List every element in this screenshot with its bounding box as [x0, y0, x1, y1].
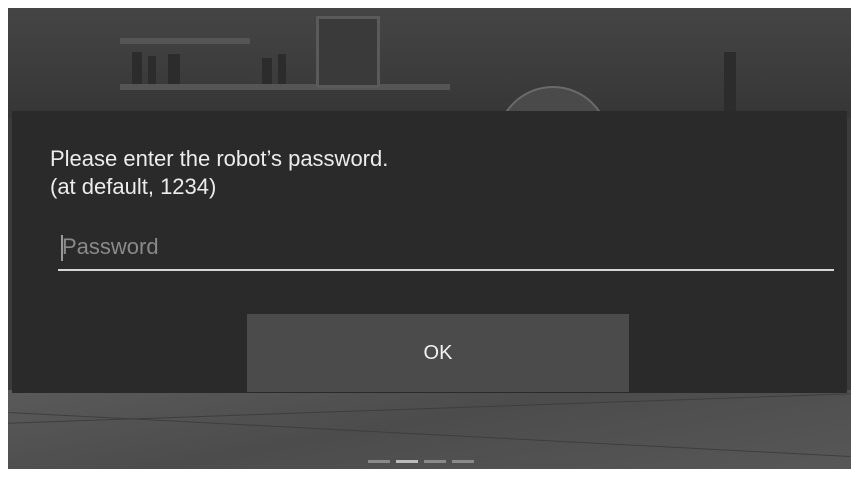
- floor-board-line: [8, 411, 851, 458]
- background-book: [148, 56, 156, 84]
- text-caret: [61, 235, 63, 261]
- dialog-message: Please enter the robot’s password. (at d…: [50, 145, 388, 201]
- password-dialog: Please enter the robot’s password. (at d…: [12, 111, 847, 393]
- background-shelf: [120, 84, 450, 90]
- background-book: [132, 52, 142, 84]
- screen: Please enter the robot’s password. (at d…: [8, 8, 851, 469]
- page-indicator-dot: [424, 460, 446, 463]
- background-floor: [8, 390, 851, 469]
- background-picture-frame: [316, 16, 380, 88]
- password-input[interactable]: [58, 225, 834, 271]
- page-indicator: [368, 460, 474, 463]
- dialog-message-line1: Please enter the robot’s password.: [50, 146, 389, 171]
- background-book: [168, 54, 180, 84]
- background-book: [278, 54, 286, 84]
- page-indicator-dot: [368, 460, 390, 463]
- ok-button[interactable]: OK: [247, 314, 629, 392]
- password-field-wrapper: [58, 225, 834, 273]
- background-book: [262, 58, 272, 84]
- background-shelf: [120, 38, 250, 44]
- dialog-message-line2: (at default, 1234): [50, 174, 217, 199]
- background-book: [724, 52, 736, 112]
- page-indicator-dot: [452, 460, 474, 463]
- page-indicator-dot: [396, 460, 418, 463]
- app-frame: Please enter the robot’s password. (at d…: [0, 0, 851, 477]
